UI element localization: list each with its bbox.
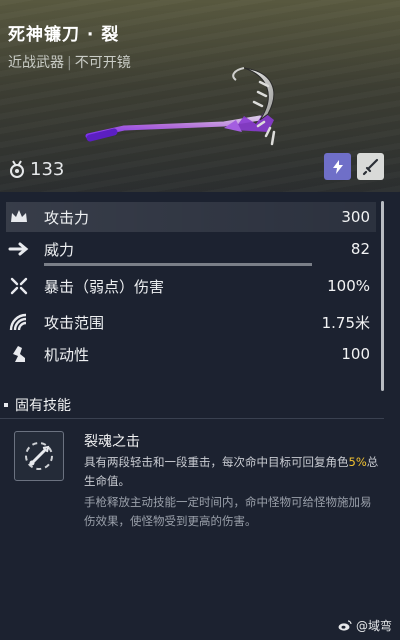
arrow-icon bbox=[8, 238, 30, 260]
boot-icon bbox=[8, 343, 30, 365]
section-divider bbox=[0, 418, 384, 419]
stat-label: 攻击力 bbox=[44, 208, 90, 227]
innate-skill-section-title: 固有技能 bbox=[4, 395, 71, 415]
sword-icon bbox=[362, 158, 378, 175]
section-bullet bbox=[4, 403, 8, 407]
weibo-logo-icon bbox=[338, 620, 352, 631]
crown-icon bbox=[8, 206, 30, 228]
skill-name: 裂魂之击 bbox=[84, 434, 140, 450]
skill-icon-frame bbox=[14, 431, 64, 481]
skill-extra-description: 手枪释放主动技能一定时间内，命中怪物可给怪物施加易伤效果，使怪物受到更高的伤害。 bbox=[84, 495, 372, 528]
stat-label: 机动性 bbox=[44, 345, 90, 364]
stat-label: 攻击范围 bbox=[44, 313, 105, 332]
stat-row-mobility: 机动性 100 bbox=[6, 339, 376, 369]
sword-badge[interactable] bbox=[357, 153, 384, 180]
stat-row-attack: 攻击力 300 bbox=[6, 202, 376, 232]
stat-label: 暴击（弱点）伤害 bbox=[44, 277, 165, 296]
skill-desc-highlight: 5% bbox=[348, 455, 367, 469]
level-row: 133 bbox=[8, 158, 64, 180]
stat-value: 300 bbox=[341, 208, 370, 226]
section-title-text: 固有技能 bbox=[15, 398, 71, 414]
medal-icon bbox=[10, 160, 24, 178]
bolt-badge[interactable] bbox=[324, 153, 351, 180]
stat-value: 1.75米 bbox=[321, 313, 370, 332]
scythe-weapon-image bbox=[85, 67, 276, 146]
range-icon bbox=[8, 311, 30, 333]
weapon-title: 死神镰刀 · 裂 bbox=[8, 25, 120, 45]
skill-desc-part1: 具有两段轻击和一段重击，每次命中目标可回复角色 bbox=[84, 455, 349, 469]
stat-row-range: 攻击范围 1.75米 bbox=[6, 307, 376, 337]
crosshair-icon bbox=[8, 275, 30, 297]
bolt-icon bbox=[332, 159, 343, 174]
watermark: @域弯 bbox=[338, 617, 392, 634]
stat-value: 100% bbox=[327, 277, 370, 295]
stat-label: 威力 bbox=[44, 240, 75, 259]
subtitle-separator: | bbox=[67, 55, 72, 71]
power-bar bbox=[44, 263, 312, 266]
soul-strike-icon bbox=[25, 442, 53, 470]
watermark-text: @域弯 bbox=[356, 619, 393, 633]
weapon-category: 近战武器 bbox=[8, 55, 64, 71]
weapon-level: 133 bbox=[30, 158, 65, 180]
stat-row-crit: 暴击（弱点）伤害 100% bbox=[6, 271, 376, 301]
stat-value: 100 bbox=[341, 345, 370, 363]
skill-description: 具有两段轻击和一段重击，每次命中目标可回复角色5%总生命值。 bbox=[84, 453, 380, 491]
stats-scrollbar[interactable] bbox=[381, 201, 384, 391]
stat-row-power: 威力 82 bbox=[6, 234, 376, 264]
faded-next-section bbox=[0, 572, 400, 612]
stat-value: 82 bbox=[350, 240, 370, 258]
